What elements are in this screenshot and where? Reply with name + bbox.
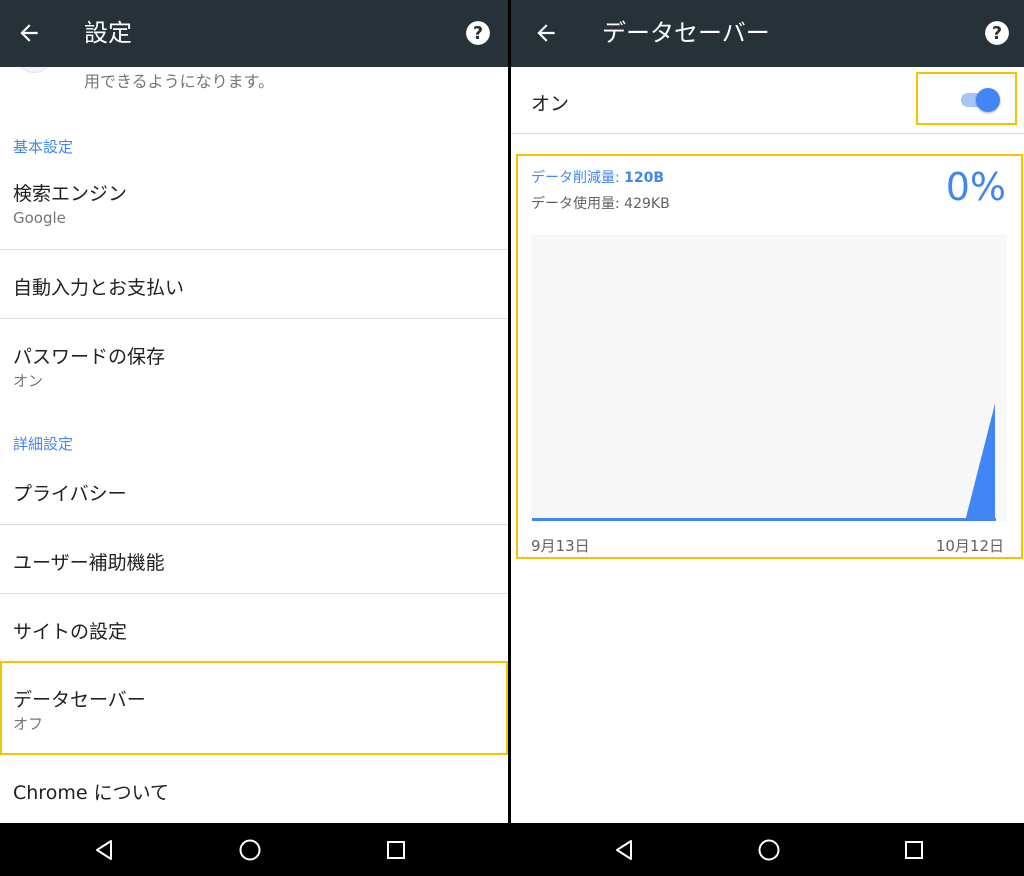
settings-item-about-chrome[interactable]: Chrome について [0,757,508,823]
system-nav-bar [511,823,1024,876]
settings-item-privacy[interactable]: プライバシー [0,457,508,524]
settings-item-site-settings[interactable]: サイトの設定 [0,594,508,660]
svg-text:?: ? [473,24,483,44]
highlight-box-chart [516,154,1023,559]
item-title: 検索エンジン [13,183,128,205]
settings-list: 用できるようになります。 基本設定 検索エンジン Google 自動入力とお支払… [0,67,508,823]
arrow-left-icon[interactable] [533,20,559,46]
item-title: プライバシー [13,483,127,505]
data-saver-toolbar: データセーバー ? [511,0,1024,67]
highlight-box-switch [916,72,1017,125]
item-subtitle: オン [13,372,44,390]
arrow-left-icon[interactable] [16,20,42,46]
page-title: 設定 [84,19,132,47]
square-recents-icon[interactable] [902,838,926,862]
settings-item-search-engine[interactable]: 検索エンジン Google [0,167,508,249]
section-header-advanced: 詳細設定 [13,435,74,453]
item-title: ユーザー補助機能 [13,552,165,574]
page-title: データセーバー [602,19,770,47]
circle-home-icon[interactable] [757,838,781,862]
triangle-back-icon[interactable] [92,838,116,862]
item-subtitle: Google [13,209,66,227]
item-title: Chrome について [13,782,169,804]
settings-item-passwords[interactable]: パスワードの保存 オン [0,319,508,401]
square-recents-icon[interactable] [384,838,408,862]
help-circle-icon[interactable]: ? [984,20,1010,46]
settings-screen: 設定 ? 用できるようになります。 基本設定 検索エンジン Google 自動入… [0,0,508,876]
divider [511,133,1024,134]
item-title: 自動入力とお支払い [13,277,185,299]
item-title: サイトの設定 [13,621,128,643]
settings-item-autofill[interactable]: 自動入力とお支払い [0,250,508,318]
highlight-box-data-saver [0,661,508,755]
help-circle-icon[interactable]: ? [465,20,491,46]
settings-toolbar: 設定 ? [0,0,508,67]
settings-item-accessibility[interactable]: ユーザー補助機能 [0,525,508,593]
data-saver-screen: データセーバー ? オン データ削減量: 120B データ使用量: 429KB … [511,0,1024,876]
section-header-basic: 基本設定 [13,138,74,156]
circle-home-icon[interactable] [238,838,262,862]
svg-text:?: ? [992,24,1002,44]
truncated-summary: 用できるようになります。 [84,72,275,91]
data-saver-content: オン データ削減量: 120B データ使用量: 429KB 0% 9月13日 1… [511,67,1024,823]
triangle-back-icon[interactable] [612,838,636,862]
item-title: パスワードの保存 [13,346,166,368]
toggle-label: オン [531,93,570,115]
system-nav-bar [0,823,508,876]
partial-icon [14,67,54,73]
